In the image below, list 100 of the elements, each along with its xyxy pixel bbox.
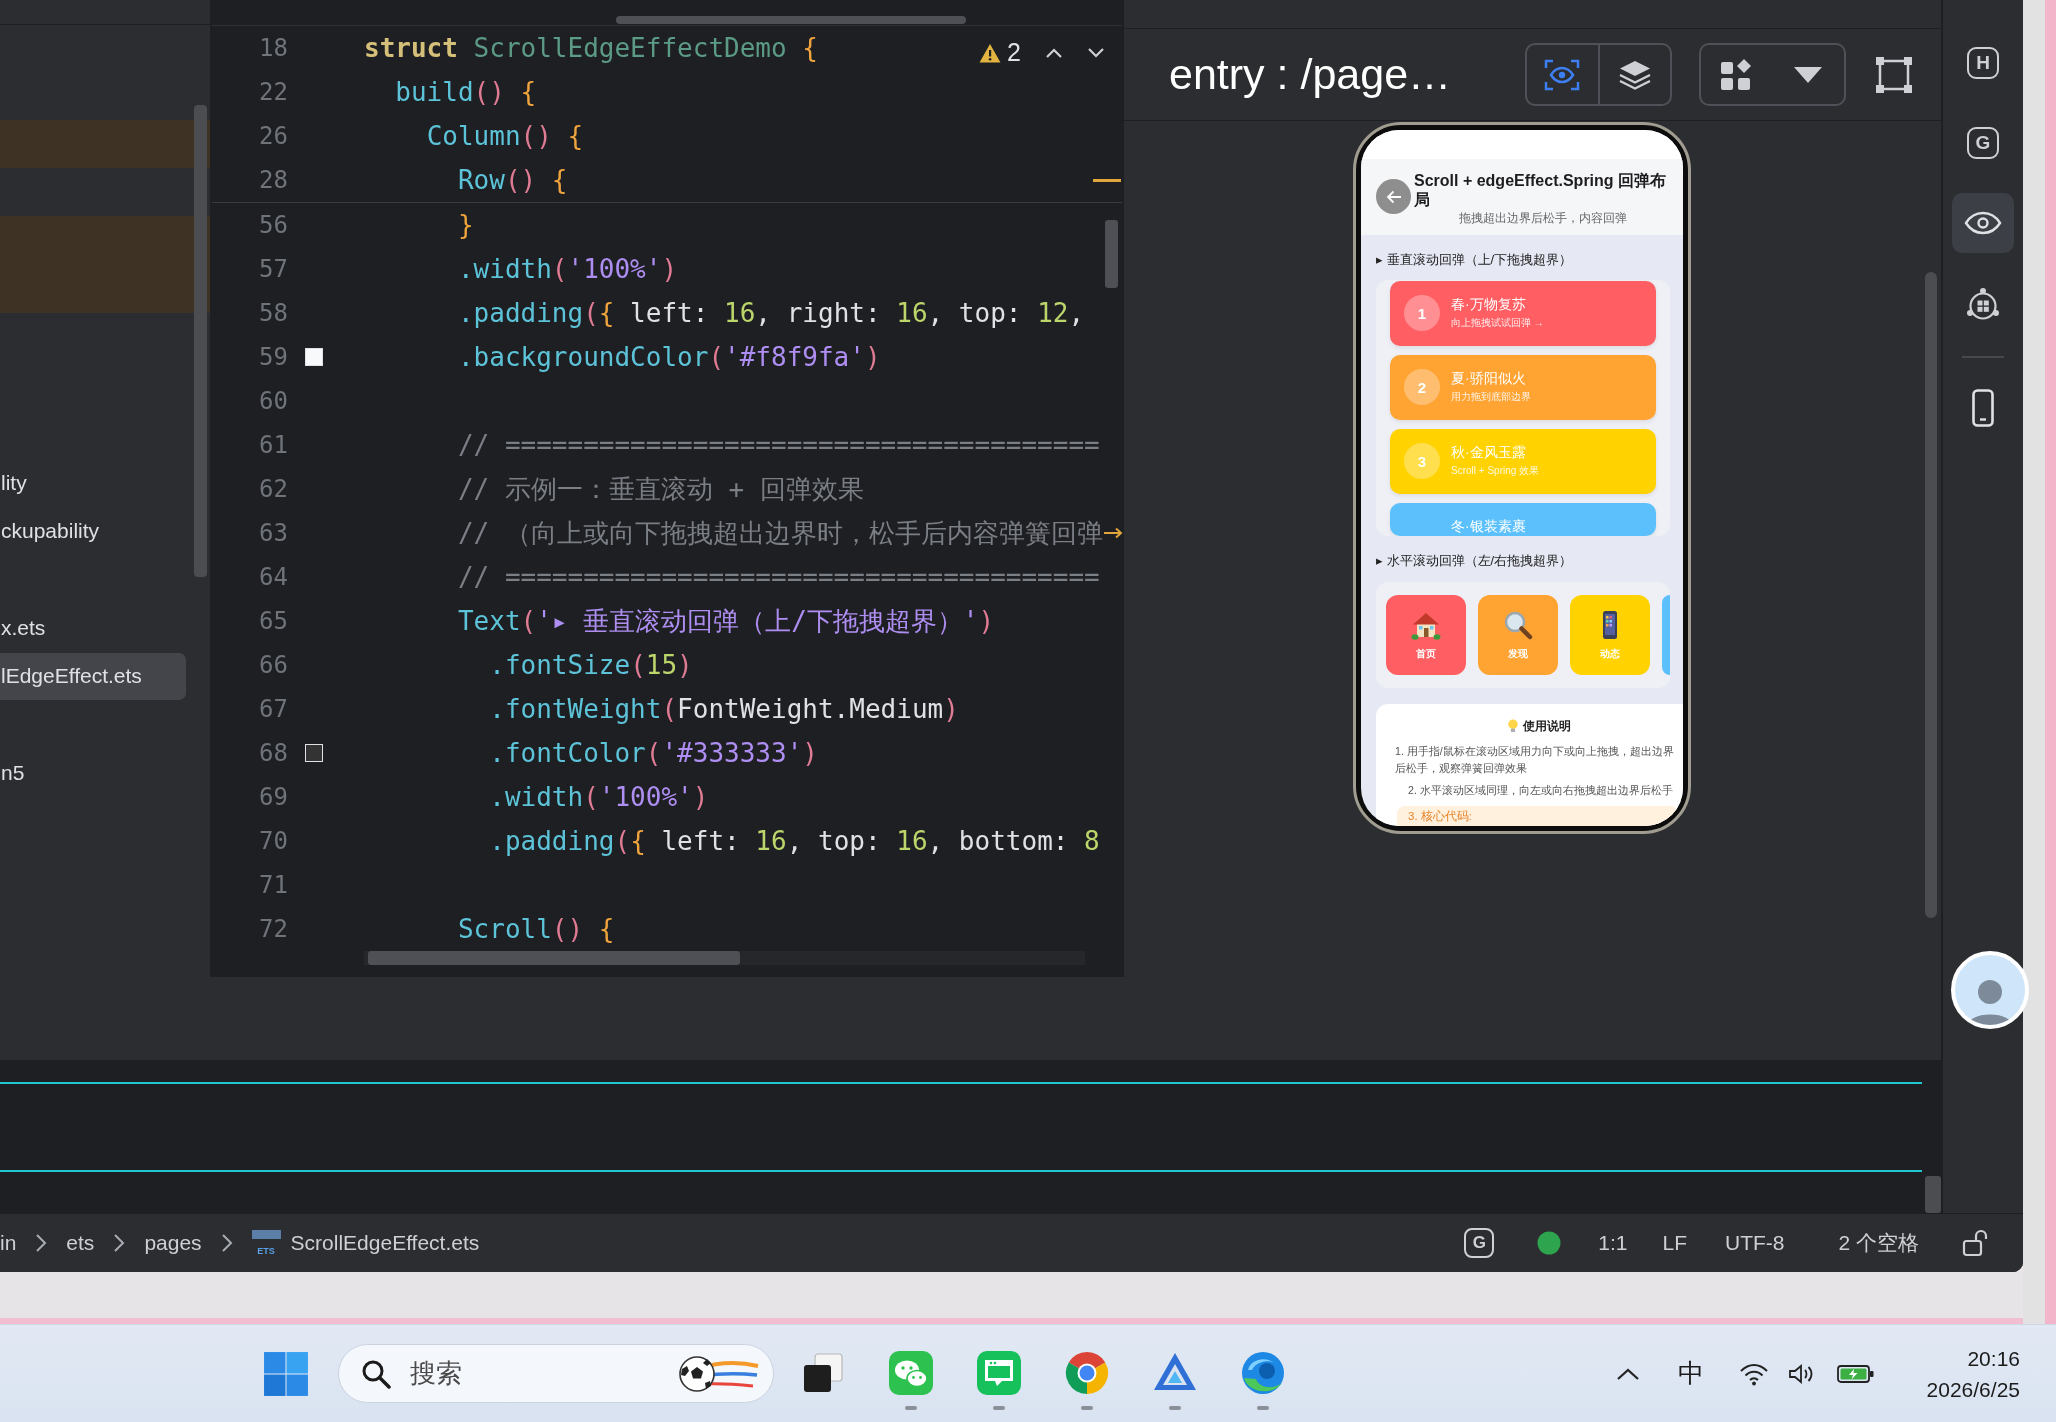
step-number: 3 (1404, 443, 1440, 479)
line-number: 68 (258, 739, 288, 767)
tile-label: 动态 (1600, 647, 1620, 661)
scrollbar[interactable] (1925, 272, 1937, 918)
input-method-indicator[interactable]: 中 (1677, 1356, 1704, 1391)
app-subtitle: 拖拽超出边界后松手，内容回弹 (1459, 211, 1627, 225)
line-number: 57 (258, 255, 288, 283)
line-number: 58 (258, 299, 288, 327)
card-subtitle: Scroll + Spring 效果 (1451, 464, 1540, 478)
search-icon (361, 1358, 391, 1389)
line-number: 65 (258, 607, 288, 635)
line-number: 60 (258, 387, 288, 415)
caret-down-icon (1793, 65, 1824, 84)
toolbar-button[interactable] (1972, 389, 1994, 427)
line-number: 64 (258, 563, 288, 591)
code-line: // ====================================== (457, 430, 1100, 460)
wifi-icon[interactable] (1738, 1361, 1769, 1386)
tile-label: 发现 (1508, 647, 1528, 661)
line-number: 18 (258, 34, 288, 62)
code-line: .padding({ left: 16, top: 16, bottom: 8 (489, 826, 1100, 856)
code-line: .backgroundColor('#f8f9fa') (457, 342, 881, 372)
warning-icon (979, 42, 1002, 63)
app-title: Scroll + edgeEffect.Spring 回弹布局 (1414, 171, 1668, 209)
search-field[interactable]: 搜索 (410, 1358, 640, 1389)
scrollbar[interactable] (1925, 1176, 1941, 1213)
info-title: 使用说明 (1523, 717, 1571, 735)
file-tree-item[interactable]: lity (0, 458, 27, 507)
step-number: 1 (1404, 295, 1440, 331)
line-number: 26 (258, 122, 288, 150)
line-number: 56 (258, 211, 288, 239)
search-bar[interactable]: 搜索 (338, 1344, 774, 1403)
start-button[interactable] (262, 1349, 310, 1398)
toolbar-button[interactable] (1965, 287, 2001, 323)
status-dot-icon[interactable] (1537, 1231, 1562, 1255)
code-line: .fontColor('#333333') (489, 738, 818, 768)
battery-icon[interactable] (1836, 1362, 1875, 1385)
line-number: 61 (258, 431, 288, 459)
instruction-text: 2. 水平滚动区域同理，向左或向右拖拽超出边界后松手 (1407, 782, 1674, 798)
chat-bubbles-icon (888, 1349, 934, 1396)
chevron-right-icon (113, 1233, 126, 1253)
code-line: .width('100%') (457, 254, 678, 284)
code-line: Text('▸ 垂直滚动回弹（上/下拖拽超界）') (457, 604, 995, 638)
line-number: 70 (258, 827, 288, 855)
step-number: 2 (1404, 369, 1440, 405)
clock[interactable]: 20:16 2026/6/25 (1926, 1342, 2020, 1405)
toolbar-button[interactable] (1952, 193, 2014, 253)
chevron-right-icon (35, 1233, 48, 1253)
line-number: 71 (258, 871, 288, 899)
chevron-right-icon (220, 1233, 233, 1253)
file-tree-item[interactable]: x.ets (0, 603, 46, 652)
tool-button[interactable] (1875, 55, 1913, 94)
code-line: .fontSize(15) (489, 650, 693, 680)
letter-button[interactable]: H (1967, 47, 1999, 79)
card-title: 冬·银装素裹 (1451, 517, 1526, 535)
breadcrumb-item[interactable]: ets (66, 1231, 95, 1255)
scrollbar[interactable] (616, 16, 966, 24)
color-swatch-icon[interactable] (305, 744, 323, 762)
letter-button[interactable]: G (1967, 127, 1999, 159)
instruction-text: 1. 用手指/鼠标在滚动区域用力向下或向上拖拽，超出边界后松手，观察弹簧回弹效果 (1395, 743, 1675, 776)
message-window-icon (976, 1349, 1022, 1396)
line-number: 67 (258, 695, 288, 723)
arrow-left-icon (1385, 189, 1402, 204)
swirl-icon (1240, 1349, 1286, 1396)
back-button[interactable] (1376, 179, 1411, 214)
lock-icon[interactable] (1962, 1229, 1988, 1257)
line-ending[interactable]: LF (1662, 1231, 1687, 1255)
card-title: 夏·骄阳似火 (1451, 369, 1526, 387)
card-subtitle: 用力拖到底部边界 (1451, 390, 1531, 404)
file-encoding[interactable]: UTF-8 (1725, 1231, 1785, 1255)
eye-icon (1964, 211, 2002, 235)
code-line: // 示例一：垂直滚动 + 回弹效果 (457, 472, 864, 506)
code-line: Row() { (457, 165, 568, 195)
tile-label: 首页 (1416, 647, 1436, 661)
nav-tile[interactable] (1662, 595, 1670, 675)
code-line: Column() { (426, 121, 584, 151)
warning-count[interactable]: 2 (1007, 38, 1021, 67)
caret-position[interactable]: 1:1 (1598, 1231, 1628, 1255)
color-swatch-icon[interactable] (305, 348, 323, 366)
scrollbar[interactable] (1105, 220, 1118, 288)
line-number: 28 (258, 166, 288, 194)
frame-icon (1875, 55, 1913, 94)
scrollbar[interactable] (368, 951, 740, 965)
breadcrumb-item[interactable]: ScrollEdgeEffect.ets (290, 1231, 480, 1255)
line-number: 66 (258, 651, 288, 679)
scrollbar[interactable] (194, 105, 207, 577)
chevron-up-icon[interactable] (1615, 1366, 1640, 1381)
indent-setting[interactable]: 2 个空格 (1838, 1229, 1919, 1257)
file-tree-item[interactable]: n5 (0, 748, 25, 798)
house-icon (1411, 610, 1441, 640)
code-line: .fontWeight(FontWeight.Medium) (489, 694, 959, 724)
file-tree-item[interactable]: ckupability (0, 506, 100, 556)
letter-button[interactable]: G (1464, 1228, 1495, 1258)
card-title: 秋·金风玉露 (1451, 443, 1526, 461)
breadcrumb-item[interactable]: pages (144, 1231, 202, 1255)
chevron-down-icon[interactable] (1087, 46, 1105, 59)
chevron-up-icon[interactable] (1045, 46, 1063, 59)
file-tree-item[interactable]: lEdgeEffect.ets (0, 652, 186, 700)
line-number: 22 (258, 78, 288, 106)
code-line: .width('100%') (489, 782, 709, 812)
breadcrumb-item[interactable]: in (0, 1231, 17, 1255)
